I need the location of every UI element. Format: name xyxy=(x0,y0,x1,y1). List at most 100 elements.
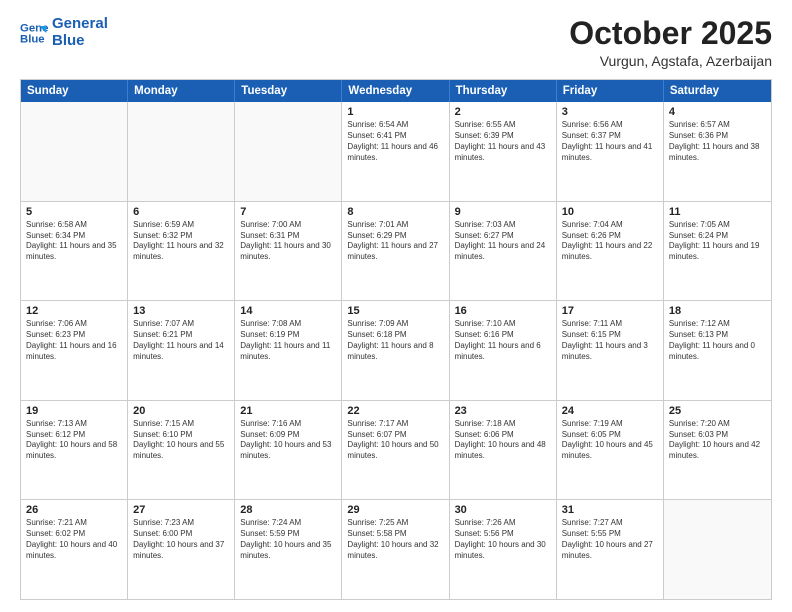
calendar-cell: 24 Sunrise: 7:19 AM Sunset: 6:05 PM Dayli… xyxy=(557,401,664,500)
cell-info: Sunrise: 7:12 AM Sunset: 6:13 PM Dayligh… xyxy=(669,319,766,362)
day-number: 8 xyxy=(347,206,443,218)
calendar-cell: 15 Sunrise: 7:09 AM Sunset: 6:18 PM Dayli… xyxy=(342,301,449,400)
day-number: 4 xyxy=(669,106,766,118)
calendar-cell: 4 Sunrise: 6:57 AM Sunset: 6:36 PM Daylig… xyxy=(664,102,771,201)
cell-info: Sunrise: 7:15 AM Sunset: 6:10 PM Dayligh… xyxy=(133,419,229,462)
calendar-cell: 28 Sunrise: 7:24 AM Sunset: 5:59 PM Dayli… xyxy=(235,500,342,599)
header-day-wednesday: Wednesday xyxy=(342,80,449,102)
day-number: 30 xyxy=(455,504,551,516)
day-number: 25 xyxy=(669,405,766,417)
calendar-row-4: 26 Sunrise: 7:21 AM Sunset: 6:02 PM Dayli… xyxy=(21,500,771,599)
logo-text: General Blue xyxy=(52,16,108,49)
day-number: 10 xyxy=(562,206,658,218)
header: General Blue General Blue October 2025 V… xyxy=(20,16,772,69)
logo: General Blue General Blue xyxy=(20,16,108,49)
cell-info: Sunrise: 7:24 AM Sunset: 5:59 PM Dayligh… xyxy=(240,518,336,561)
calendar-cell: 26 Sunrise: 7:21 AM Sunset: 6:02 PM Dayli… xyxy=(21,500,128,599)
day-number: 19 xyxy=(26,405,122,417)
calendar-header: SundayMondayTuesdayWednesdayThursdayFrid… xyxy=(21,80,771,102)
day-number: 23 xyxy=(455,405,551,417)
calendar-cell: 16 Sunrise: 7:10 AM Sunset: 6:16 PM Dayli… xyxy=(450,301,557,400)
day-number: 21 xyxy=(240,405,336,417)
header-day-thursday: Thursday xyxy=(450,80,557,102)
calendar-cell: 21 Sunrise: 7:16 AM Sunset: 6:09 PM Dayli… xyxy=(235,401,342,500)
calendar-cell: 14 Sunrise: 7:08 AM Sunset: 6:19 PM Dayli… xyxy=(235,301,342,400)
calendar-cell: 17 Sunrise: 7:11 AM Sunset: 6:15 PM Dayli… xyxy=(557,301,664,400)
calendar-cell: 22 Sunrise: 7:17 AM Sunset: 6:07 PM Dayli… xyxy=(342,401,449,500)
cell-info: Sunrise: 7:26 AM Sunset: 5:56 PM Dayligh… xyxy=(455,518,551,561)
day-number: 2 xyxy=(455,106,551,118)
cell-info: Sunrise: 6:58 AM Sunset: 6:34 PM Dayligh… xyxy=(26,220,122,263)
cell-info: Sunrise: 7:18 AM Sunset: 6:06 PM Dayligh… xyxy=(455,419,551,462)
day-number: 16 xyxy=(455,305,551,317)
day-number: 17 xyxy=(562,305,658,317)
cell-info: Sunrise: 7:25 AM Sunset: 5:58 PM Dayligh… xyxy=(347,518,443,561)
header-day-tuesday: Tuesday xyxy=(235,80,342,102)
day-number: 12 xyxy=(26,305,122,317)
cell-info: Sunrise: 7:01 AM Sunset: 6:29 PM Dayligh… xyxy=(347,220,443,263)
calendar-cell: 30 Sunrise: 7:26 AM Sunset: 5:56 PM Dayli… xyxy=(450,500,557,599)
day-number: 22 xyxy=(347,405,443,417)
day-number: 29 xyxy=(347,504,443,516)
calendar-cell: 1Sunrise: 6:54 AM Sunset: 6:41 PM Daylig… xyxy=(342,102,449,201)
cell-info: Sunrise: 7:06 AM Sunset: 6:23 PM Dayligh… xyxy=(26,319,122,362)
cell-info: Sunrise: 7:08 AM Sunset: 6:19 PM Dayligh… xyxy=(240,319,336,362)
calendar-cell: 5 Sunrise: 6:58 AM Sunset: 6:34 PM Daylig… xyxy=(21,202,128,301)
cell-info: Sunrise: 7:23 AM Sunset: 6:00 PM Dayligh… xyxy=(133,518,229,561)
cell-info: Sunrise: 7:10 AM Sunset: 6:16 PM Dayligh… xyxy=(455,319,551,362)
calendar-cell: 31Sunrise: 7:27 AM Sunset: 5:55 PM Dayli… xyxy=(557,500,664,599)
calendar-cell: 9Sunrise: 7:03 AM Sunset: 6:27 PM Daylig… xyxy=(450,202,557,301)
page: General Blue General Blue October 2025 V… xyxy=(0,0,792,612)
logo-icon: General Blue xyxy=(20,19,48,47)
calendar-cell: 10 Sunrise: 7:04 AM Sunset: 6:26 PM Dayli… xyxy=(557,202,664,301)
calendar-cell: 12 Sunrise: 7:06 AM Sunset: 6:23 PM Dayli… xyxy=(21,301,128,400)
cell-info: Sunrise: 7:07 AM Sunset: 6:21 PM Dayligh… xyxy=(133,319,229,362)
day-number: 27 xyxy=(133,504,229,516)
cell-info: Sunrise: 7:17 AM Sunset: 6:07 PM Dayligh… xyxy=(347,419,443,462)
cell-info: Sunrise: 7:20 AM Sunset: 6:03 PM Dayligh… xyxy=(669,419,766,462)
header-day-monday: Monday xyxy=(128,80,235,102)
cell-info: Sunrise: 6:57 AM Sunset: 6:36 PM Dayligh… xyxy=(669,120,766,163)
day-number: 24 xyxy=(562,405,658,417)
calendar-cell: 3 Sunrise: 6:56 AM Sunset: 6:37 PM Daylig… xyxy=(557,102,664,201)
day-number: 28 xyxy=(240,504,336,516)
cell-info: Sunrise: 7:19 AM Sunset: 6:05 PM Dayligh… xyxy=(562,419,658,462)
day-number: 11 xyxy=(669,206,766,218)
calendar-cell xyxy=(128,102,235,201)
calendar-cell: 19Sunrise: 7:13 AM Sunset: 6:12 PM Dayli… xyxy=(21,401,128,500)
day-number: 3 xyxy=(562,106,658,118)
day-number: 5 xyxy=(26,206,122,218)
day-number: 7 xyxy=(240,206,336,218)
day-number: 31 xyxy=(562,504,658,516)
cell-info: Sunrise: 7:11 AM Sunset: 6:15 PM Dayligh… xyxy=(562,319,658,362)
calendar-cell: 18Sunrise: 7:12 AM Sunset: 6:13 PM Dayli… xyxy=(664,301,771,400)
calendar-cell: 20 Sunrise: 7:15 AM Sunset: 6:10 PM Dayli… xyxy=(128,401,235,500)
day-number: 14 xyxy=(240,305,336,317)
calendar-cell: 27 Sunrise: 7:23 AM Sunset: 6:00 PM Dayli… xyxy=(128,500,235,599)
logo-line1: General xyxy=(52,15,108,32)
cell-info: Sunrise: 6:56 AM Sunset: 6:37 PM Dayligh… xyxy=(562,120,658,163)
calendar-row-1: 5 Sunrise: 6:58 AM Sunset: 6:34 PM Daylig… xyxy=(21,202,771,302)
cell-info: Sunrise: 7:04 AM Sunset: 6:26 PM Dayligh… xyxy=(562,220,658,263)
calendar-cell: 6Sunrise: 6:59 AM Sunset: 6:32 PM Daylig… xyxy=(128,202,235,301)
day-number: 15 xyxy=(347,305,443,317)
cell-info: Sunrise: 7:21 AM Sunset: 6:02 PM Dayligh… xyxy=(26,518,122,561)
logo-line2: Blue xyxy=(52,32,85,49)
title-block: October 2025 Vurgun, Agstafa, Azerbaijan xyxy=(569,16,772,69)
cell-info: Sunrise: 7:05 AM Sunset: 6:24 PM Dayligh… xyxy=(669,220,766,263)
header-day-saturday: Saturday xyxy=(664,80,771,102)
calendar-cell: 11 Sunrise: 7:05 AM Sunset: 6:24 PM Dayli… xyxy=(664,202,771,301)
cell-info: Sunrise: 6:55 AM Sunset: 6:39 PM Dayligh… xyxy=(455,120,551,163)
calendar-row-0: 1Sunrise: 6:54 AM Sunset: 6:41 PM Daylig… xyxy=(21,102,771,202)
cell-info: Sunrise: 7:09 AM Sunset: 6:18 PM Dayligh… xyxy=(347,319,443,362)
calendar-cell: 25 Sunrise: 7:20 AM Sunset: 6:03 PM Dayli… xyxy=(664,401,771,500)
cell-info: Sunrise: 7:16 AM Sunset: 6:09 PM Dayligh… xyxy=(240,419,336,462)
calendar-row-3: 19Sunrise: 7:13 AM Sunset: 6:12 PM Dayli… xyxy=(21,401,771,501)
day-number: 26 xyxy=(26,504,122,516)
calendar-cell xyxy=(235,102,342,201)
svg-text:Blue: Blue xyxy=(20,33,45,45)
location-subtitle: Vurgun, Agstafa, Azerbaijan xyxy=(569,53,772,69)
calendar-cell: 29 Sunrise: 7:25 AM Sunset: 5:58 PM Dayli… xyxy=(342,500,449,599)
cell-info: Sunrise: 7:03 AM Sunset: 6:27 PM Dayligh… xyxy=(455,220,551,263)
day-number: 20 xyxy=(133,405,229,417)
